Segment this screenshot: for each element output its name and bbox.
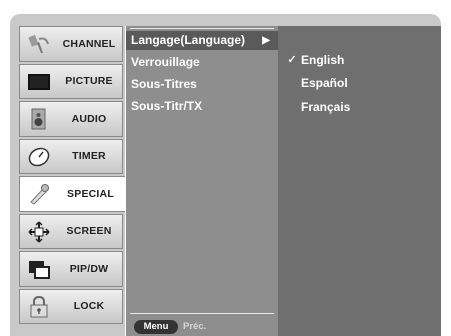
- sidebar-item-label: TIMER: [72, 150, 106, 163]
- lock-icon: [28, 295, 50, 318]
- option-espanol[interactable]: Español: [278, 72, 441, 94]
- antenna-icon: [28, 33, 50, 55]
- divider: [130, 28, 274, 29]
- submenu-item-language[interactable]: Langage(Language) ▶: [126, 31, 278, 50]
- sidebar: CHANNEL PICTURE AUDIO TIMER SPECIAL SCRE…: [19, 26, 125, 326]
- submenu-item-label: Verrouillage: [131, 55, 200, 69]
- picture-icon: [28, 71, 50, 93]
- speaker-icon: [28, 108, 50, 130]
- submenu-item-label: Sous-Titr/TX: [131, 99, 203, 113]
- sidebar-item-label: SPECIAL: [67, 187, 114, 200]
- sidebar-item-label: PIP/DW: [69, 262, 109, 275]
- sidebar-item-picture[interactable]: PICTURE: [19, 63, 123, 99]
- submenu-item-subtitles-tx[interactable]: Sous-Titr/TX: [126, 97, 278, 116]
- menu-button[interactable]: Menu: [134, 320, 178, 334]
- option-english[interactable]: ✓ English: [278, 49, 441, 71]
- sidebar-item-label: LOCK: [73, 300, 105, 313]
- sidebar-item-label: PICTURE: [65, 75, 113, 88]
- sidebar-item-screen[interactable]: SCREEN: [19, 213, 123, 249]
- pip-icon: [28, 258, 50, 280]
- sidebar-item-timer[interactable]: TIMER: [19, 138, 123, 174]
- option-label: Français: [301, 100, 351, 114]
- sidebar-item-audio[interactable]: AUDIO: [19, 101, 123, 137]
- sidebar-item-label: AUDIO: [71, 112, 107, 125]
- submenu-item-label: Sous-Titres: [131, 77, 197, 91]
- sidebar-item-label: CHANNEL: [62, 37, 116, 50]
- sidebar-item-special[interactable]: SPECIAL: [19, 176, 125, 212]
- submenu-panel: Langage(Language) ▶ Verrouillage Sous-Ti…: [125, 26, 278, 336]
- osd-menu: CHANNEL PICTURE AUDIO TIMER SPECIAL SCRE…: [10, 14, 441, 336]
- submenu-item-label: Langage(Language): [131, 33, 246, 47]
- sidebar-item-lock[interactable]: LOCK: [19, 288, 123, 324]
- sidebar-item-channel[interactable]: CHANNEL: [19, 26, 123, 62]
- option-label: Español: [301, 76, 348, 90]
- divider: [130, 313, 274, 314]
- check-icon: ✓: [287, 54, 297, 66]
- sidebar-item-pip[interactable]: PIP/DW: [19, 251, 123, 287]
- arrow-right-icon: ▶: [262, 35, 270, 46]
- previous-hint: Préc.: [183, 321, 207, 332]
- submenu-item-lock[interactable]: Verrouillage: [126, 53, 278, 72]
- submenu-item-subtitles[interactable]: Sous-Titres: [126, 75, 278, 94]
- option-label: English: [301, 53, 345, 67]
- screen-adjust-icon: [28, 220, 50, 243]
- option-francais[interactable]: Français: [278, 96, 441, 118]
- sidebar-item-label: SCREEN: [66, 225, 112, 238]
- options-panel: ✓ English Español Français: [278, 26, 441, 336]
- special-icon: [28, 183, 50, 205]
- timer-icon: [28, 146, 50, 168]
